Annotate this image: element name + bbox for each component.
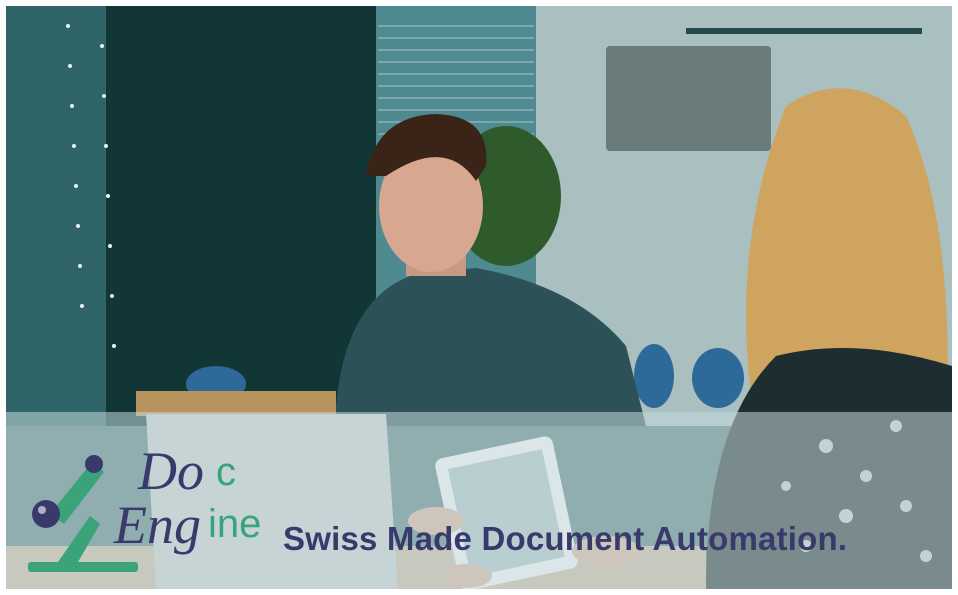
logo-ine-text: ine [208, 502, 262, 546]
logo-do-text: Do [138, 441, 204, 501]
logo-c-text: c [216, 450, 236, 494]
docengine-logo: Do c Eng ine [28, 441, 268, 584]
banner-tagline: Swiss Made Document Automation. [283, 520, 848, 557]
hero-banner: Do c Eng ine Swiss Made Document Automat… [6, 6, 952, 589]
logo-eng-text: Eng [114, 495, 201, 555]
